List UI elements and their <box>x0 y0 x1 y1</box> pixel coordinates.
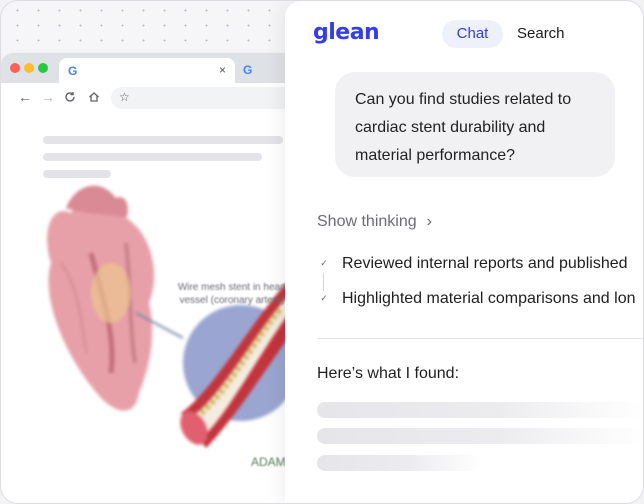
maximize-window-icon[interactable] <box>38 63 48 73</box>
thinking-step-text: Reviewed internal reports and published <box>342 255 628 272</box>
result-intro: Here’s what I found: <box>317 365 460 382</box>
address-bar[interactable]: ☆ <box>111 87 301 109</box>
browser-tabstrip: G × G <box>1 53 301 83</box>
divider <box>317 338 643 339</box>
browser-window: G × G ← → ☆ Wire mesh stent in heart ves… <box>1 53 301 503</box>
heart-stent-illustration <box>47 185 301 448</box>
browser-tab-second[interactable]: G <box>243 63 252 77</box>
app-frame: G × G ← → ☆ Wire mesh stent in heart ves… <box>0 0 644 504</box>
placeholder-line <box>43 153 262 161</box>
google-favicon-icon: G <box>68 64 78 78</box>
dotted-background <box>1 1 301 61</box>
loading-line <box>317 455 482 471</box>
minimize-window-icon[interactable] <box>24 63 34 73</box>
forward-arrow-icon[interactable]: → <box>41 89 55 105</box>
thinking-step-text: Highlighted material comparisons and lon <box>342 290 636 307</box>
star-icon[interactable]: ☆ <box>119 90 130 104</box>
close-window-icon[interactable] <box>10 63 20 73</box>
loading-line <box>317 402 643 418</box>
step-connector <box>323 273 324 291</box>
tab-close-icon[interactable]: × <box>219 63 226 77</box>
placeholder-line <box>43 136 283 144</box>
back-arrow-icon[interactable]: ← <box>18 89 32 105</box>
illustration-logo: ADAM <box>251 455 286 469</box>
check-icon: ✓ <box>320 258 328 268</box>
show-thinking-label: Show thinking <box>317 213 417 230</box>
show-thinking-toggle[interactable]: Show thinking › <box>317 213 432 231</box>
home-icon[interactable] <box>88 89 100 106</box>
check-icon: ✓ <box>320 293 328 303</box>
browser-tab-active[interactable]: G × <box>59 58 235 83</box>
chat-panel: glean Chat Search Can you find studies r… <box>285 1 643 503</box>
illustration-caption: Wire mesh stent in heart vessel (coronar… <box>177 282 287 306</box>
chevron-right-icon: › <box>426 213 432 230</box>
user-query-bubble: Can you find studies related to cardiac … <box>335 72 615 177</box>
tab-chat[interactable]: Chat <box>442 20 503 48</box>
reload-icon[interactable] <box>64 89 76 106</box>
glean-logo: glean <box>313 20 380 45</box>
tab-search[interactable]: Search <box>517 20 565 48</box>
loading-line <box>317 428 643 444</box>
browser-toolbar: ← → ☆ <box>1 83 301 113</box>
